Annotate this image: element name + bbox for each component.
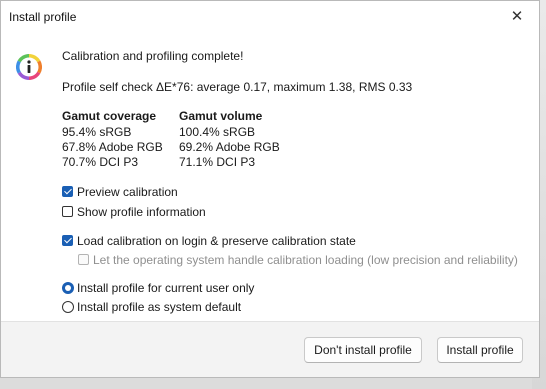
install-current-user-label[interactable]: Install profile for current user only: [77, 281, 254, 295]
install-profile-button[interactable]: Install profile: [437, 337, 523, 363]
title-bar: Install profile ✕: [1, 1, 539, 33]
gamut-coverage-dci-p3: 70.7% DCI P3: [62, 155, 139, 169]
load-calibration-checkbox[interactable]: [62, 235, 73, 246]
show-profile-info-label[interactable]: Show profile information: [77, 205, 206, 219]
dont-install-button[interactable]: Don't install profile: [304, 337, 422, 363]
gamut-coverage-header: Gamut coverage: [62, 109, 157, 123]
gamut-volume-srgb: 100.4% sRGB: [179, 125, 256, 139]
load-calibration-label[interactable]: Load calibration on login & preserve cal…: [77, 234, 356, 248]
gamut-volume-adobe-rgb: 69.2% Adobe RGB: [179, 140, 280, 154]
gamut-volume-header: Gamut volume: [179, 109, 263, 123]
gamut-coverage-srgb: 95.4% sRGB: [62, 125, 132, 139]
window-title: Install profile: [9, 10, 77, 24]
dialog-footer: Don't install profile Install profile: [1, 321, 539, 377]
preview-calibration-label[interactable]: Preview calibration: [77, 185, 178, 199]
os-handle-calibration-checkbox: [78, 254, 89, 265]
install-profile-dialog: Install profile ✕ Calibration and profil…: [0, 0, 540, 378]
preview-calibration-checkbox[interactable]: [62, 186, 73, 197]
install-system-default-label[interactable]: Install profile as system default: [77, 300, 241, 314]
info-icon: [16, 54, 42, 80]
gamut-volume-dci-p3: 71.1% DCI P3: [179, 155, 256, 169]
self-check-result: Profile self check ΔE*76: average 0.17, …: [62, 80, 413, 94]
close-icon[interactable]: ✕: [507, 7, 527, 27]
completion-heading: Calibration and profiling complete!: [62, 49, 244, 63]
show-profile-info-checkbox[interactable]: [62, 206, 73, 217]
dialog-content: [1, 33, 539, 322]
install-system-default-radio[interactable]: [62, 301, 74, 313]
gamut-coverage-adobe-rgb: 67.8% Adobe RGB: [62, 140, 163, 154]
install-current-user-radio[interactable]: [62, 282, 74, 294]
os-handle-calibration-label: Let the operating system handle calibrat…: [93, 253, 518, 267]
